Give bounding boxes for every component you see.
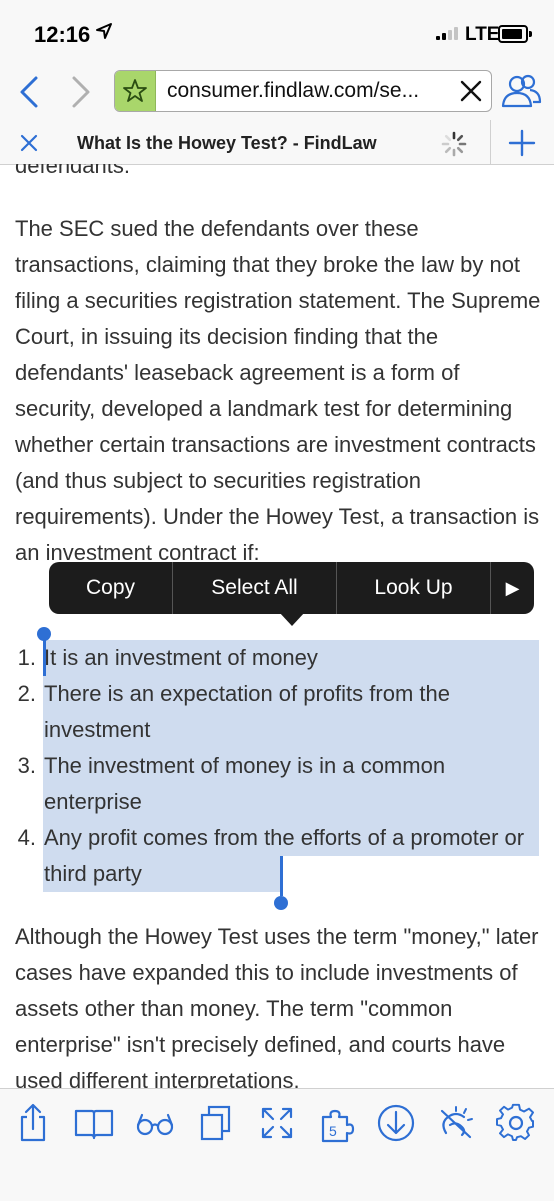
forward-arrow-icon[interactable] [62,72,98,112]
night-mode-icon[interactable] [436,1103,476,1143]
context-menu-pointer [279,612,305,626]
puzzle-icon[interactable]: 5 [317,1103,357,1143]
location-arrow-icon [96,23,112,39]
howey-test-list: 1. It is an investment of money 2. There… [0,640,554,892]
svg-text:5: 5 [329,1123,337,1139]
battery-icon [498,25,532,43]
paragraph-after-list: Although the Howey Test uses the term "m… [15,924,539,1088]
back-arrow-icon[interactable] [12,72,48,112]
list-number: 1. [17,645,36,670]
list-text: The investment of money is in a common e… [44,753,446,814]
list-number: 2. [17,681,36,706]
text-context-menu: Copy Select All Look Up ▶ [49,562,534,614]
paragraph-main: The SEC sued the defendants over these t… [15,216,541,565]
copy-menu-item[interactable]: Copy [49,562,172,614]
status-bar: 12:16 LTE [0,0,554,64]
profile-users-icon[interactable] [500,74,542,108]
download-icon[interactable] [376,1103,416,1143]
list-text: Any profit comes from the efforts of a p… [44,825,525,886]
new-tab-plus-icon[interactable] [508,129,536,157]
star-icon [123,79,147,102]
expand-icon[interactable] [257,1103,297,1143]
list-text: It is an investment of money [44,645,318,670]
navigation-bar: consumer.findlaw.com/se... [0,64,554,120]
selection-end-handle[interactable] [274,896,288,910]
copy-icon[interactable] [196,1103,236,1143]
book-icon[interactable] [74,1103,114,1143]
selection-end-caret [280,856,283,896]
url-bar[interactable]: consumer.findlaw.com/se... [114,70,492,112]
bottom-toolbar: 5 [0,1088,554,1201]
list-text: There is an expectation of profits from … [44,681,450,742]
share-icon[interactable] [13,1103,53,1143]
more-options-arrow[interactable]: ▶ [491,562,534,614]
tab-separator [490,120,491,164]
list-item: 1. It is an investment of money [0,640,554,676]
gear-icon[interactable] [496,1103,536,1143]
list-item: 4. Any profit comes from the efforts of … [0,820,554,892]
select-all-menu-item[interactable]: Select All [173,562,336,614]
list-item: 3. The investment of money is in a commo… [0,748,554,820]
loading-spinner-icon [441,131,467,157]
list-item: 2. There is an expectation of profits fr… [0,676,554,748]
list-number: 4. [17,825,36,850]
paragraph-fragment: defendants. [15,164,130,178]
close-tab-icon[interactable] [19,133,39,153]
url-text[interactable]: consumer.findlaw.com/se... [167,79,419,103]
look-up-menu-item[interactable]: Look Up [337,562,490,614]
bookmark-star-button[interactable] [115,71,156,111]
clear-url-icon[interactable] [457,77,485,105]
glasses-icon[interactable] [135,1103,175,1143]
tab-title[interactable]: What Is the Howey Test? - FindLaw [77,133,377,154]
selection-start-caret [43,636,46,676]
network-type: LTE [465,24,500,45]
list-number: 3. [17,753,36,778]
page-content: defendants. The SEC sued the defendants … [0,164,554,1088]
tab-bar: What Is the Howey Test? - FindLaw [0,120,554,165]
status-time: 12:16 [34,22,91,47]
